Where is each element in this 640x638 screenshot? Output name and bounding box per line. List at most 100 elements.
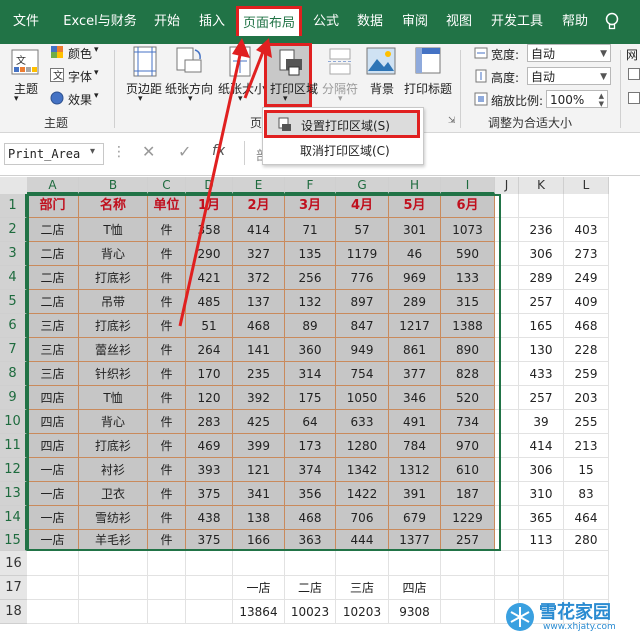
table-cell[interactable]: 374 xyxy=(285,458,336,482)
table-cell[interactable]: 蕾丝衫 xyxy=(79,338,148,362)
side-value-cell[interactable]: 130 xyxy=(519,338,564,362)
table-cell[interactable]: 438 xyxy=(186,506,233,530)
table-cell[interactable]: 57 xyxy=(336,218,389,242)
table-cell[interactable]: 64 xyxy=(285,410,336,434)
empty-cell[interactable] xyxy=(79,551,148,576)
empty-cell[interactable] xyxy=(495,410,519,434)
table-cell[interactable]: 170 xyxy=(186,362,233,386)
table-cell[interactable]: 970 xyxy=(441,434,495,458)
table-cell[interactable]: 590 xyxy=(441,242,495,266)
table-cell[interactable]: 71 xyxy=(285,218,336,242)
table-cell[interactable]: 706 xyxy=(336,506,389,530)
row-header-14[interactable]: 14 xyxy=(0,506,27,530)
table-cell[interactable]: 三店 xyxy=(27,338,79,362)
table-header-cell[interactable]: 5月 xyxy=(389,194,441,218)
empty-cell[interactable] xyxy=(441,600,495,624)
table-cell[interactable]: 166 xyxy=(233,530,285,551)
table-cell[interactable]: 89 xyxy=(285,314,336,338)
table-cell[interactable]: 四店 xyxy=(27,386,79,410)
effects-button[interactable]: 效果 xyxy=(68,91,92,108)
empty-cell[interactable] xyxy=(495,362,519,386)
table-cell[interactable]: 件 xyxy=(148,386,186,410)
table-cell[interactable]: 391 xyxy=(389,482,441,506)
side-value-cell[interactable]: 259 xyxy=(564,362,609,386)
table-cell[interactable]: 377 xyxy=(389,362,441,386)
empty-cell[interactable] xyxy=(495,290,519,314)
summary-label-cell[interactable]: 四店 xyxy=(389,576,441,600)
side-value-cell[interactable]: 365 xyxy=(519,506,564,530)
table-cell[interactable]: T恤 xyxy=(79,386,148,410)
table-cell[interactable]: 828 xyxy=(441,362,495,386)
table-cell[interactable]: 301 xyxy=(389,218,441,242)
row-header-18[interactable]: 18 xyxy=(0,600,27,624)
select-all-corner[interactable] xyxy=(0,177,27,194)
empty-cell[interactable] xyxy=(495,506,519,530)
side-value-cell[interactable]: 257 xyxy=(519,290,564,314)
empty-cell[interactable] xyxy=(495,434,519,458)
table-cell[interactable]: 425 xyxy=(233,410,285,434)
scale-spinner[interactable]: 100% ▲ ▼ xyxy=(546,90,608,108)
table-cell[interactable]: 847 xyxy=(336,314,389,338)
empty-cell[interactable] xyxy=(495,551,519,576)
column-header-k[interactable]: K xyxy=(519,177,564,194)
empty-cell[interactable] xyxy=(148,600,186,624)
table-cell[interactable]: 吊带 xyxy=(79,290,148,314)
table-cell[interactable]: 1342 xyxy=(336,458,389,482)
table-cell[interactable]: 1312 xyxy=(389,458,441,482)
empty-cell[interactable] xyxy=(564,194,609,218)
row-header-16[interactable]: 16 xyxy=(0,551,27,576)
table-cell[interactable]: 679 xyxy=(389,506,441,530)
table-cell[interactable]: 三店 xyxy=(27,314,79,338)
table-cell[interactable]: 1073 xyxy=(441,218,495,242)
summary-label-cell[interactable]: 三店 xyxy=(336,576,389,600)
side-value-cell[interactable]: 414 xyxy=(519,434,564,458)
table-cell[interactable]: 1388 xyxy=(441,314,495,338)
table-cell[interactable]: 1280 xyxy=(336,434,389,458)
empty-cell[interactable] xyxy=(495,218,519,242)
gridlines-checkbox[interactable] xyxy=(628,68,640,80)
column-header-i[interactable]: I xyxy=(441,177,495,194)
table-cell[interactable]: 360 xyxy=(285,338,336,362)
empty-cell[interactable] xyxy=(495,530,519,551)
empty-cell[interactable] xyxy=(27,576,79,600)
side-value-cell[interactable]: 306 xyxy=(519,458,564,482)
side-value-cell[interactable]: 228 xyxy=(564,338,609,362)
side-value-cell[interactable]: 165 xyxy=(519,314,564,338)
table-cell[interactable]: 468 xyxy=(285,506,336,530)
table-cell[interactable]: 375 xyxy=(186,530,233,551)
table-cell[interactable]: 132 xyxy=(285,290,336,314)
menu-page-layout[interactable]: 页面布局 xyxy=(236,6,302,36)
table-cell[interactable]: 173 xyxy=(285,434,336,458)
row-header-7[interactable]: 7 xyxy=(0,338,27,362)
chevron-down-icon[interactable]: ▾ xyxy=(90,146,95,157)
table-cell[interactable]: 件 xyxy=(148,530,186,551)
table-cell[interactable]: 四店 xyxy=(27,410,79,434)
side-value-cell[interactable]: 257 xyxy=(519,386,564,410)
row-header-3[interactable]: 3 xyxy=(0,242,27,266)
table-cell[interactable]: 三店 xyxy=(27,362,79,386)
empty-cell[interactable] xyxy=(441,576,495,600)
row-header-15[interactable]: 15 xyxy=(0,530,27,551)
table-cell[interactable]: 890 xyxy=(441,338,495,362)
dialog-launcher-icon[interactable]: ⇲ xyxy=(448,116,456,126)
table-cell[interactable]: 1217 xyxy=(389,314,441,338)
table-cell[interactable]: 1050 xyxy=(336,386,389,410)
table-cell[interactable]: 二店 xyxy=(27,218,79,242)
table-header-cell[interactable]: 4月 xyxy=(336,194,389,218)
column-header-j[interactable]: J xyxy=(495,177,519,194)
table-cell[interactable]: 120 xyxy=(186,386,233,410)
table-cell[interactable]: 491 xyxy=(389,410,441,434)
side-value-cell[interactable]: 306 xyxy=(519,242,564,266)
empty-cell[interactable] xyxy=(519,551,564,576)
summary-value-cell[interactable]: 13864 xyxy=(233,600,285,624)
table-cell[interactable]: 135 xyxy=(285,242,336,266)
table-cell[interactable]: 打底衫 xyxy=(79,266,148,290)
table-cell[interactable]: 633 xyxy=(336,410,389,434)
row-header-8[interactable]: 8 xyxy=(0,362,27,386)
table-cell[interactable]: 264 xyxy=(186,338,233,362)
empty-cell[interactable] xyxy=(495,458,519,482)
table-cell[interactable]: 315 xyxy=(441,290,495,314)
side-value-cell[interactable]: 464 xyxy=(564,506,609,530)
table-cell[interactable]: 打底衫 xyxy=(79,434,148,458)
print-titles-button[interactable]: 打印标题 xyxy=(404,80,452,97)
